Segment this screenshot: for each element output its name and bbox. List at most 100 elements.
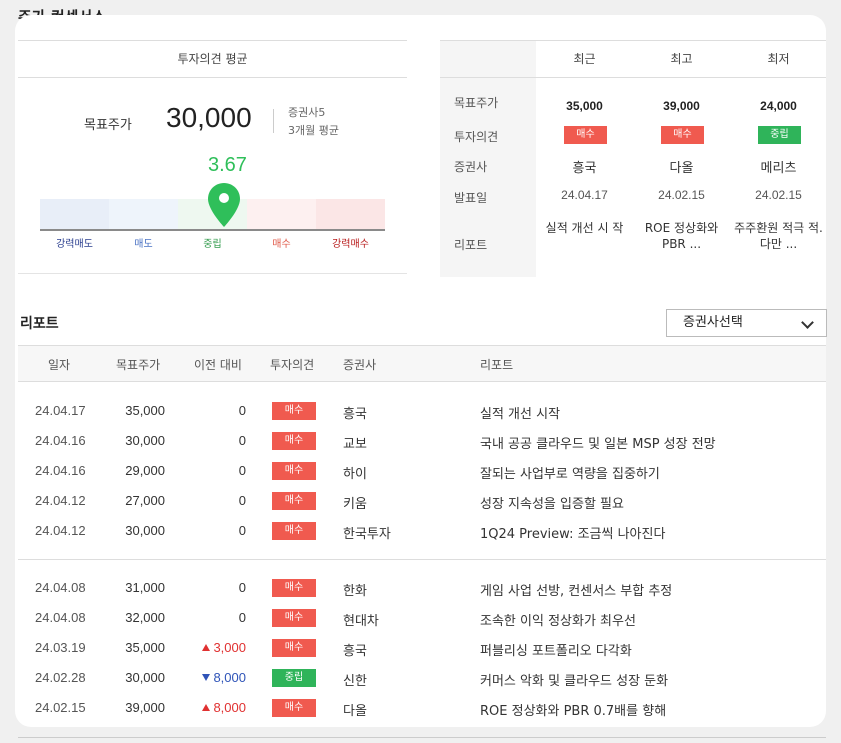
- report-target-price: 31,000: [125, 580, 165, 595]
- table-row[interactable]: 24.04.12 30,000 0 매수 한국투자 1Q24 Preview: 조금씩 나…: [18, 516, 826, 546]
- report-firm: 한화: [343, 584, 367, 599]
- firms-count: 증권사5: [288, 106, 326, 119]
- table-row[interactable]: 24.04.08 32,000 0 매수 현대차 조속한 이익 정상화가 최우선: [18, 603, 826, 633]
- report-title-link[interactable]: 커머스 악화 및 클라우드 성장 둔화: [480, 670, 668, 689]
- opinion-badge: 매수: [272, 579, 316, 597]
- report-date: 24.04.12: [35, 523, 86, 538]
- row-label-report: 리포트: [454, 238, 488, 252]
- firm-select-value: 증권사선택: [683, 315, 743, 330]
- scale-segment-sell: [109, 199, 178, 229]
- scale-segment-buy: [247, 199, 316, 229]
- summary-date: 24.02.15: [755, 188, 802, 202]
- report-date: 24.04.08: [35, 610, 86, 625]
- report-firm: 하이: [343, 467, 367, 482]
- report-firm: 흥국: [343, 407, 367, 422]
- table-row[interactable]: 24.04.17 35,000 0 매수 흥국 실적 개선 시작: [18, 396, 826, 426]
- summary-header-corner: [440, 41, 536, 78]
- price-change: 3,000: [202, 640, 246, 655]
- bottom-divider: [18, 737, 826, 738]
- price-change: 8,000: [202, 670, 246, 685]
- price-change-value: 0: [238, 463, 246, 478]
- report-title-link[interactable]: 성장 지속성을 입증할 필요: [480, 493, 624, 512]
- column-header-target-price[interactable]: 목표주가: [116, 356, 160, 373]
- price-change: 0: [239, 523, 246, 538]
- report-target-price: 30,000: [125, 670, 165, 685]
- table-row[interactable]: 24.04.16 29,000 0 매수 하이 잘되는 사업부로 역량을 집중하기: [18, 456, 826, 486]
- table-row[interactable]: 24.04.12 27,000 0 매수 키움 성장 지속성을 입증할 필요: [18, 486, 826, 516]
- price-change-value: 0: [238, 580, 246, 595]
- price-change-value: 0: [238, 610, 246, 625]
- summary-price: 24,000: [760, 99, 797, 113]
- average-period: 3개월 평균: [288, 124, 339, 137]
- report-title-link[interactable]: 국내 공공 클라우드 및 일본 MSP 성장 전망: [480, 433, 716, 452]
- summary-column-header: 최고: [670, 52, 693, 66]
- summary-report-link[interactable]: 실적 개선 시 작: [540, 220, 629, 236]
- triangle-down-icon: [202, 674, 211, 681]
- price-change: 0: [239, 433, 246, 448]
- firm-select-dropdown[interactable]: 증권사선택: [666, 309, 827, 337]
- table-row[interactable]: 24.03.19 35,000 3,000 매수 흥국 퍼블리싱 포트폴리오 다각화: [18, 633, 826, 663]
- summary-report-link[interactable]: 주주환원 적극 적. 다만 ...: [734, 220, 823, 252]
- price-change-value: 0: [238, 433, 246, 448]
- location-pin-icon: [208, 183, 240, 227]
- price-change: 0: [239, 580, 246, 595]
- table-row[interactable]: 24.04.08 31,000 0 매수 한화 게임 사업 선방, 컨센서스 부합 추정: [18, 573, 826, 603]
- row-label-date: 발표일: [454, 191, 488, 205]
- row-label-opinion: 투자의견: [454, 130, 499, 144]
- report-target-price: 30,000: [125, 523, 165, 538]
- price-change-value: 8,000: [213, 700, 246, 715]
- report-target-price: 30,000: [125, 433, 165, 448]
- column-header-firm[interactable]: 증권사: [343, 356, 376, 373]
- report-date: 24.02.15: [35, 700, 86, 715]
- summary-firm: 흥국: [572, 161, 597, 176]
- report-title-link[interactable]: 조속한 이익 정상화가 최우선: [480, 610, 636, 629]
- triangle-up-icon: [202, 644, 211, 651]
- report-title-link[interactable]: 실적 개선 시작: [480, 403, 560, 422]
- column-header-date[interactable]: 일자: [48, 356, 70, 373]
- summary-firm: 다올: [669, 161, 694, 176]
- opinion-badge: 매수: [272, 402, 316, 420]
- report-date: 24.04.16: [35, 433, 86, 448]
- report-date: 24.04.16: [35, 463, 86, 478]
- scale-segment-strong-buy: [316, 199, 385, 229]
- price-change: 0: [239, 403, 246, 418]
- report-title-link[interactable]: ROE 정상화와 PBR 0.7배를 향해: [480, 700, 666, 719]
- price-change-value: 0: [238, 523, 246, 538]
- reports-table-header: 일자 목표주가 이전 대비 투자의견 증권사 리포트: [18, 345, 826, 382]
- divider: [273, 109, 274, 133]
- price-change-value: 0: [238, 493, 246, 508]
- summary-column-lowest: 최저 24,000 중립 메리츠 24.02.15 주주환원 적극 적. 다만 …: [730, 41, 827, 251]
- opinion-badge: 매수: [272, 699, 316, 717]
- table-row[interactable]: 24.04.16 30,000 0 매수 교보 국내 공공 클라우드 및 일본 MSP 성…: [18, 426, 826, 456]
- report-date: 24.04.08: [35, 580, 86, 595]
- scale-segment-strong-sell: [40, 199, 109, 229]
- summary-column-header: 최근: [573, 52, 596, 66]
- column-header-change[interactable]: 이전 대비: [194, 356, 242, 373]
- report-target-price: 35,000: [125, 640, 165, 655]
- report-title-link[interactable]: 잘되는 사업부로 역량을 집중하기: [480, 463, 660, 482]
- report-date: 24.03.19: [35, 640, 86, 655]
- report-title-link[interactable]: 1Q24 Preview: 조금씩 나아진다: [480, 523, 665, 542]
- summary-date: 24.02.15: [658, 188, 705, 202]
- summary-report-link[interactable]: ROE 정상화와 PBR ...: [637, 220, 726, 252]
- report-date: 24.04.12: [35, 493, 86, 508]
- column-header-opinion[interactable]: 투자의견: [270, 356, 314, 373]
- chevron-down-icon: [801, 316, 814, 329]
- price-change-value: 0: [238, 403, 246, 418]
- target-price-label: 목표주가: [84, 118, 132, 133]
- report-firm: 한국투자: [343, 527, 391, 542]
- table-row[interactable]: 24.02.15 39,000 8,000 매수 다올 ROE 정상화와 PBR 0.7배…: [18, 693, 826, 723]
- row-label-firm: 증권사: [454, 160, 488, 174]
- price-change: 0: [239, 493, 246, 508]
- report-title-link[interactable]: 퍼블리싱 포트폴리오 다각화: [480, 640, 632, 659]
- report-target-price: 27,000: [125, 493, 165, 508]
- column-header-report[interactable]: 리포트: [480, 356, 513, 373]
- opinion-badge: 매수: [564, 126, 607, 144]
- price-change: 0: [239, 463, 246, 478]
- opinion-badge: 매수: [661, 126, 704, 144]
- scale-label-sell: 매도: [134, 239, 153, 250]
- opinion-badge: 중립: [758, 126, 801, 144]
- recent-summary-panel: 목표주가 투자의견 증권사 발표일 리포트 최근 35,000 매수 흥국 24…: [440, 40, 827, 277]
- report-title-link[interactable]: 게임 사업 선방, 컨센서스 부합 추정: [480, 580, 672, 599]
- table-row[interactable]: 24.02.28 30,000 8,000 중립 신한 커머스 악화 및 클라우드 성장 …: [18, 663, 826, 693]
